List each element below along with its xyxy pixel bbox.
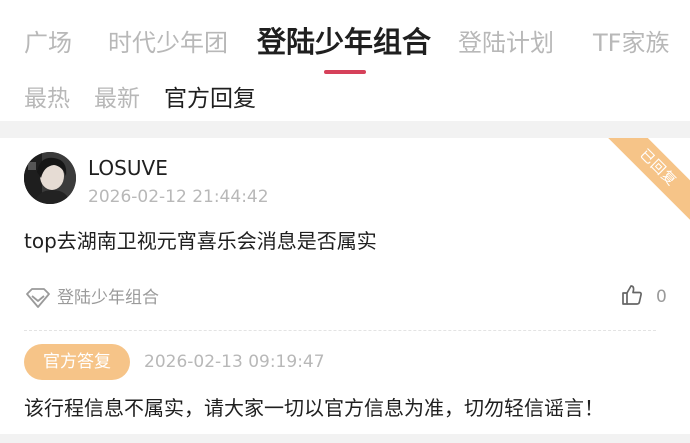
active-tab-indicator xyxy=(324,70,366,74)
replied-ribbon: 已回复 xyxy=(598,138,690,228)
official-reply-badge: 官方答复 xyxy=(24,344,130,380)
group-tag[interactable]: 登陆少年组合 xyxy=(24,284,159,312)
top-tab-bar: 广场 时代少年团 登陆少年组合 登陆计划 TF家族 xyxy=(0,0,690,80)
tab-shidai-shaoniantuan[interactable]: 时代少年团 xyxy=(108,28,228,58)
reply-timestamp: 2026-02-13 09:19:47 xyxy=(144,352,325,372)
tab-denglu-jihua[interactable]: 登陆计划 xyxy=(458,28,554,58)
section-divider xyxy=(0,121,690,138)
tab-tf-jiazu[interactable]: TF家族 xyxy=(593,28,669,58)
subtab-hottest[interactable]: 最热 xyxy=(24,84,70,114)
post-content: top去湖南卫视元宵喜乐会消息是否属实 xyxy=(24,229,377,253)
tab-guangchang[interactable]: 广场 xyxy=(24,28,72,58)
like-button[interactable]: 0 xyxy=(620,282,667,312)
post-username[interactable]: LOSUVE xyxy=(88,156,168,180)
tab-denglu-shaonian-zuhe[interactable]: 登陆少年组合 xyxy=(257,24,431,60)
avatar[interactable] xyxy=(24,152,76,204)
post-card[interactable]: 已回复 LOSUVE 2026-02-12 21:44:42 top去湖南卫视元… xyxy=(0,138,690,434)
thumbs-up-icon xyxy=(620,283,644,311)
group-tag-label: 登陆少年组合 xyxy=(57,288,159,308)
reply-divider xyxy=(24,330,656,331)
reply-content: 该行程信息不属实，请大家一切以官方信息为准，切勿轻信谣言！ xyxy=(24,396,604,420)
diamond-icon xyxy=(24,284,52,312)
avatar-image xyxy=(24,152,76,204)
like-count: 0 xyxy=(656,287,667,307)
filter-tab-bar: 最热 最新 官方回复 xyxy=(0,84,690,116)
subtab-newest[interactable]: 最新 xyxy=(94,84,140,114)
post-timestamp: 2026-02-12 21:44:42 xyxy=(88,187,269,207)
bottom-divider xyxy=(0,434,690,443)
subtab-official-reply[interactable]: 官方回复 xyxy=(164,84,256,114)
